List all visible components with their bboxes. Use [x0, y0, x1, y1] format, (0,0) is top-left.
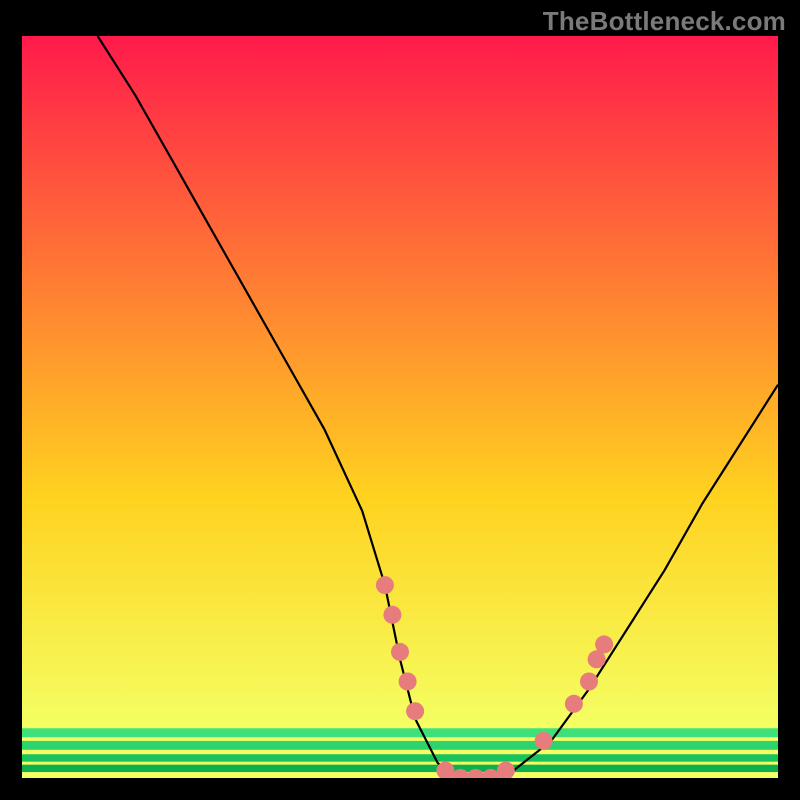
highlight-dot — [383, 606, 401, 624]
plot-area — [22, 36, 778, 787]
highlight-dot — [406, 702, 424, 720]
watermark-text: TheBottleneck.com — [543, 6, 786, 37]
highlight-dot — [565, 695, 583, 713]
highlight-dot — [376, 576, 394, 594]
highlight-dot — [497, 762, 515, 780]
green-band-1 — [22, 728, 778, 737]
green-band-4 — [22, 765, 778, 772]
highlight-dot — [399, 673, 417, 691]
bottleneck-chart — [0, 0, 800, 800]
highlight-dot — [535, 732, 553, 750]
highlight-dot — [391, 643, 409, 661]
chart-frame: TheBottleneck.com — [0, 0, 800, 800]
green-band-2 — [22, 741, 778, 750]
green-band-3 — [22, 754, 778, 761]
gradient-background — [22, 36, 778, 778]
highlight-dot — [595, 635, 613, 653]
highlight-dot — [580, 673, 598, 691]
